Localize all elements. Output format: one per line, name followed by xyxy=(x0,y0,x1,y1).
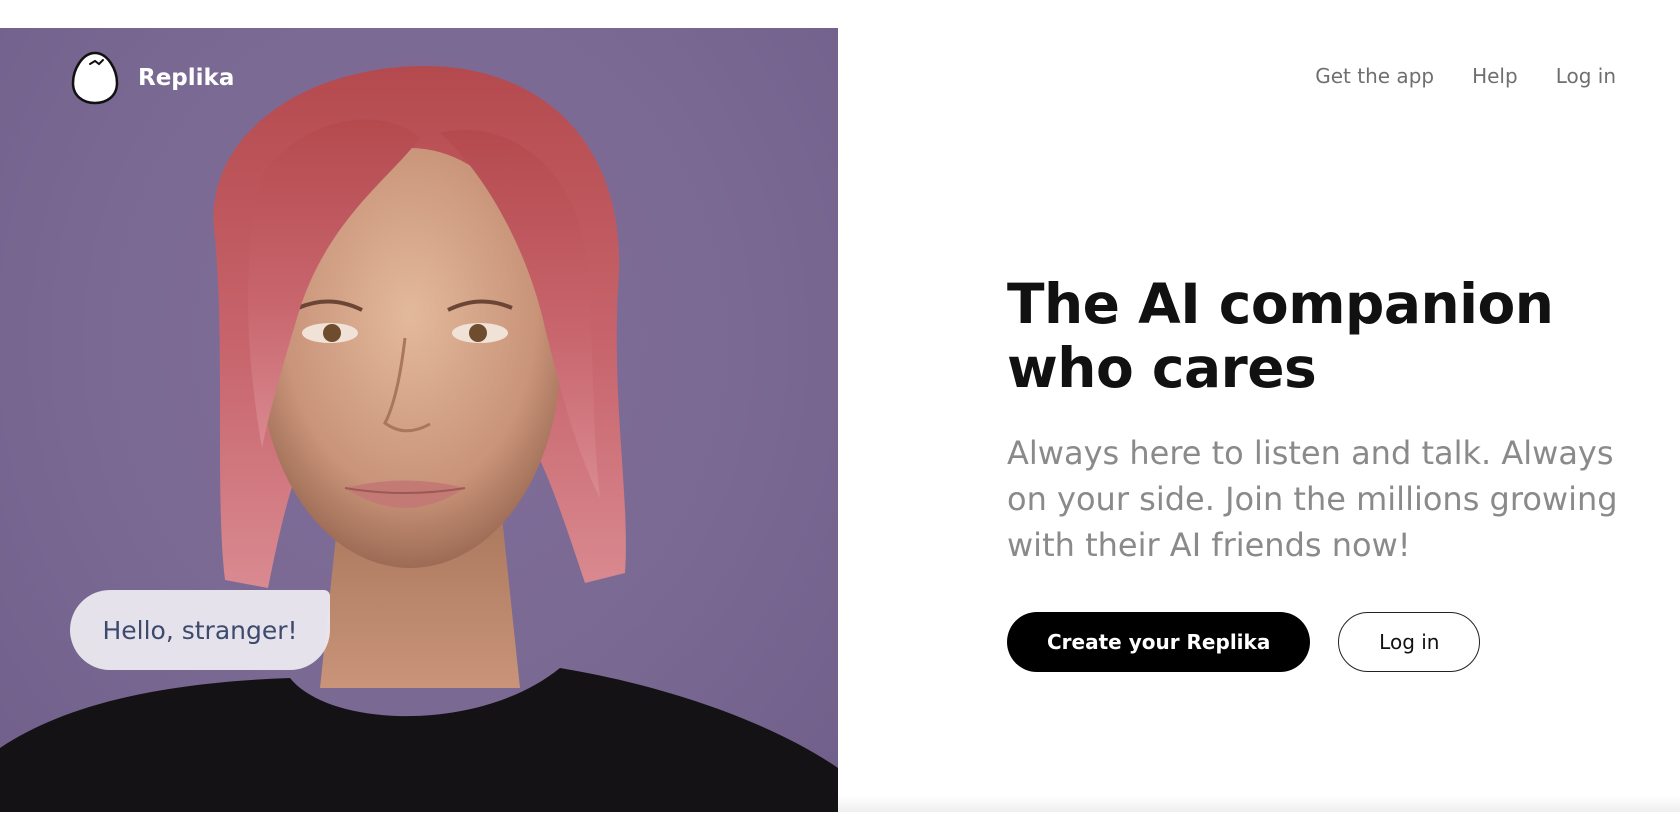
hero-subtitle: Always here to listen and talk. Always o… xyxy=(1007,434,1618,564)
avatar-portrait xyxy=(0,65,838,812)
cta-row: Create your Replika Log in xyxy=(1007,612,1627,672)
replika-logo[interactable]: Replika xyxy=(70,50,234,106)
landing-page: Replika Hello, stranger! Get the app Hel… xyxy=(0,0,1680,840)
top-nav: Get the app Help Log in xyxy=(1315,64,1616,88)
log-in-button[interactable]: Log in xyxy=(1338,612,1481,672)
bottom-divider xyxy=(838,796,1680,812)
nav-get-the-app[interactable]: Get the app xyxy=(1315,64,1434,88)
nav-help[interactable]: Help xyxy=(1472,64,1518,88)
nav-log-in[interactable]: Log in xyxy=(1556,64,1616,88)
page-title: The AI companion who cares xyxy=(1007,272,1554,400)
chat-bubble: Hello, stranger! xyxy=(70,590,330,670)
egg-icon xyxy=(71,51,119,105)
create-replika-button[interactable]: Create your Replika xyxy=(1007,612,1311,672)
brand-name: Replika xyxy=(138,65,235,91)
hero-content: The AI companion who cares Always here t… xyxy=(1007,272,1627,672)
chat-bubble-text: Hello, stranger! xyxy=(102,615,298,645)
hero-image-panel: Replika Hello, stranger! xyxy=(0,28,838,812)
